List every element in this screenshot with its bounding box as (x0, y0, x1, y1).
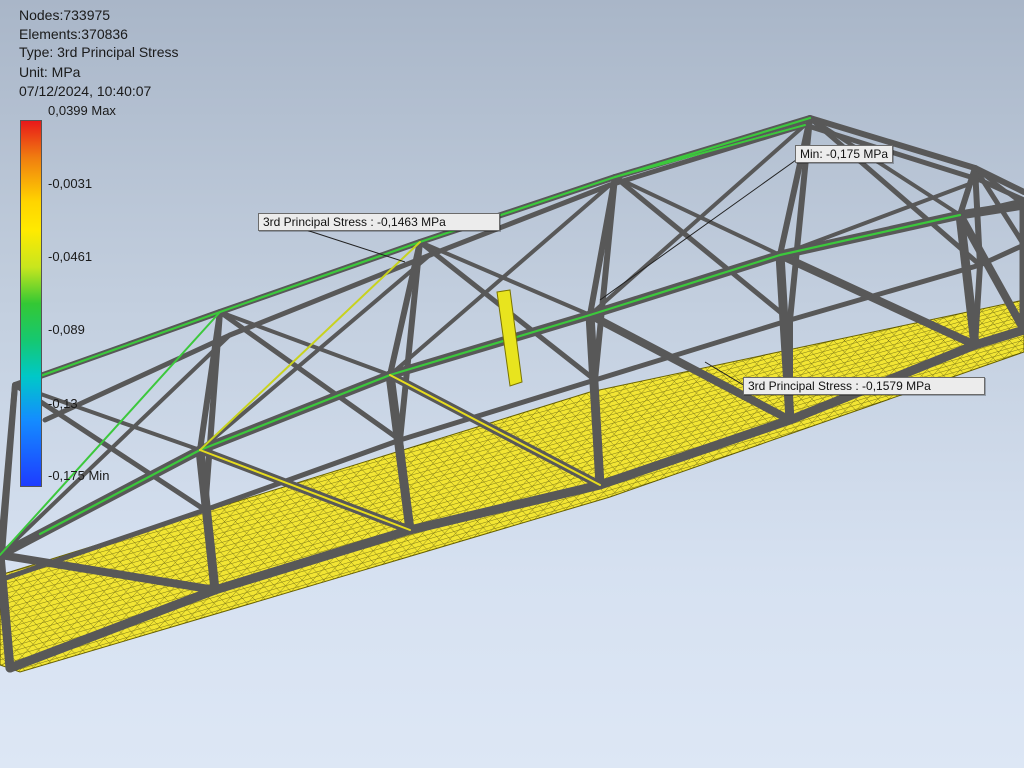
min-probe-label[interactable]: Min: -0,175 MPa (795, 145, 894, 163)
elements-count: Elements:370836 (19, 26, 128, 42)
legend-min-label: -0,175 Min (48, 468, 110, 483)
result-timestamp: 07/12/2024, 10:40:07 (19, 83, 152, 99)
top-cross-member (0, 382, 18, 558)
result-type: Type: 3rd Principal Stress (19, 44, 179, 60)
stress-highlight-diagonal (199, 241, 421, 451)
legend-tick-4: -0,13 (48, 396, 78, 411)
legend-max-label: 0,0399 Max (48, 103, 116, 118)
far-diagonal-member (217, 309, 403, 443)
top-bracing-member (218, 310, 392, 377)
stress-highlight-near (588, 253, 782, 317)
legend-tick-1: -0,0031 (48, 176, 93, 191)
stress-probe-label-1[interactable]: 3rd Principal Stress : -0,1463 MPa (258, 213, 500, 231)
top-bracing-member (13, 383, 202, 452)
result-unit: Unit: MPa (19, 64, 81, 80)
stress-highlight-top (418, 175, 617, 244)
probe-1-leader (299, 227, 406, 263)
nodes-count: Nodes:733975 (19, 7, 111, 23)
legend-tick-3: -0,089 (48, 322, 85, 337)
color-legend-bar (20, 120, 42, 487)
stress-probe-label-2[interactable]: 3rd Principal Stress : -0,1579 MPa (743, 377, 985, 395)
legend-tick-2: -0,0461 (48, 249, 93, 264)
stress-highlight-near (388, 313, 592, 377)
